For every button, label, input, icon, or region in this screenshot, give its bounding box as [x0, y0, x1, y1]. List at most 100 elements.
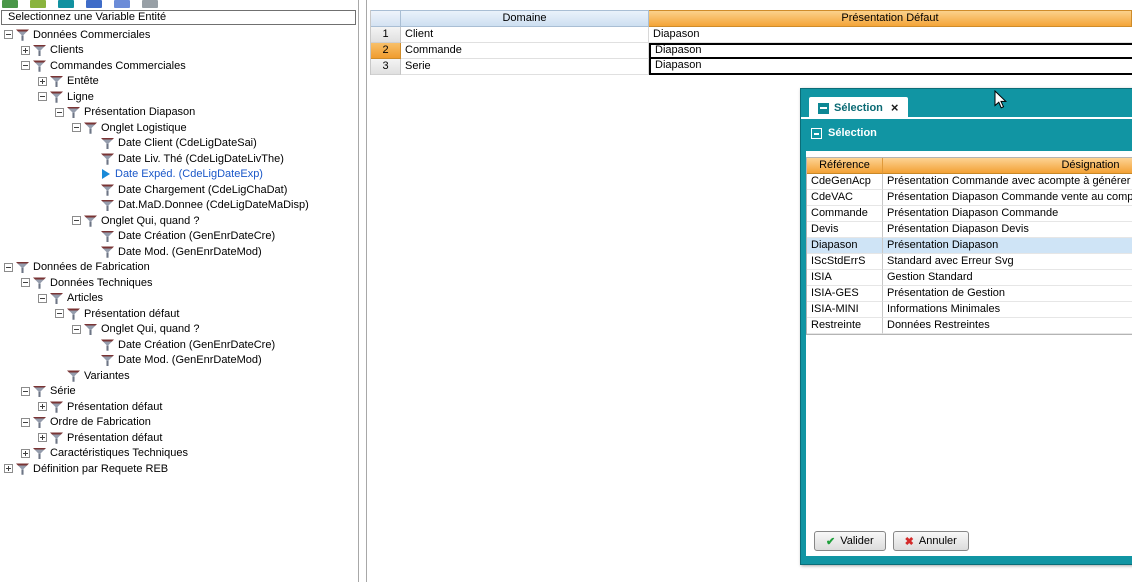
collapse-icon[interactable] [38, 92, 47, 101]
collapse-icon[interactable] [72, 123, 81, 132]
domaine-column-header[interactable]: Domaine [401, 10, 649, 27]
tree-item[interactable]: Date Expéd. (CdeLigDateExp) [0, 167, 358, 183]
tree-item[interactable]: Onglet Qui, quand ? [0, 213, 358, 229]
collapse-icon[interactable] [38, 294, 47, 303]
tree-item[interactable]: Données Commerciales [0, 27, 358, 43]
tree-item-label: Présentation Diapason [83, 106, 195, 118]
expand-icon[interactable] [38, 433, 47, 442]
expand-icon[interactable] [38, 402, 47, 411]
tree-item-label: Date Mod. (GenEnrDateMod) [117, 354, 262, 366]
expand-icon[interactable] [21, 46, 30, 55]
tree-item[interactable]: Série [0, 384, 358, 400]
selection-row[interactable]: RestreinteDonnées Restreintes [807, 318, 1132, 334]
collapse-icon[interactable] [55, 108, 64, 117]
panel-splitter[interactable] [358, 0, 367, 582]
collapse-icon[interactable] [21, 61, 30, 70]
row-number-cell[interactable]: 3 [371, 59, 401, 75]
tree-item[interactable]: Définition par Requete REB [0, 461, 358, 477]
designation-column-header[interactable]: Désignation [883, 158, 1132, 174]
tree-item[interactable]: Date Mod. (GenEnrDateMod) [0, 244, 358, 260]
tree-item[interactable]: Date Liv. Thé (CdeLigDateLivThe) [0, 151, 358, 167]
tree-item[interactable]: Date Création (GenEnrDateCre) [0, 337, 358, 353]
valider-button[interactable]: ✔ Valider [814, 531, 886, 551]
valider-button-label: Valider [840, 535, 873, 547]
corner-header-cell[interactable] [371, 10, 401, 27]
presentation-column-header[interactable]: Présentation Défaut [649, 10, 1132, 27]
toolbar-icon-3[interactable] [58, 0, 74, 8]
domaine-cell[interactable]: Client [401, 27, 649, 43]
tree-item[interactable]: Variantes [0, 368, 358, 384]
selection-row[interactable]: DiapasonPrésentation Diapason [807, 238, 1132, 254]
selection-row[interactable]: CdeGenAcpPrésentation Commande avec acom… [807, 174, 1132, 190]
collapse-icon[interactable] [21, 387, 30, 396]
tree-item[interactable]: Données de Fabrication [0, 260, 358, 276]
selection-row[interactable]: DevisPrésentation Diapason Devis [807, 222, 1132, 238]
tree-item[interactable]: Date Mod. (GenEnrDateMod) [0, 353, 358, 369]
toolbar-icon-5[interactable] [114, 0, 130, 8]
tree-item[interactable]: Présentation défaut [0, 399, 358, 415]
tree-item[interactable]: Présentation défaut [0, 430, 358, 446]
tab-selection[interactable]: Sélection × [809, 97, 908, 119]
annuler-button[interactable]: ✖ Annuler [893, 531, 969, 551]
toolbar-icon-4[interactable] [86, 0, 102, 8]
expand-icon[interactable] [4, 464, 13, 473]
selection-row[interactable]: CdeVACPrésentation Diapason Commande ven… [807, 190, 1132, 206]
funnel-icon [67, 370, 80, 382]
tree-item[interactable]: Date Chargement (CdeLigChaDat) [0, 182, 358, 198]
tree-item[interactable]: Présentation Diapason [0, 105, 358, 121]
designation-cell: Standard avec Erreur Svg [883, 254, 1132, 270]
tree-item[interactable]: Onglet Qui, quand ? [0, 322, 358, 338]
collapse-icon[interactable] [21, 418, 30, 427]
domaine-cell[interactable]: Commande [401, 43, 649, 59]
expand-icon[interactable] [21, 449, 30, 458]
presentation-cell[interactable]: Diapason [649, 43, 1132, 59]
selection-row[interactable]: IScStdErrSStandard avec Erreur Svg [807, 254, 1132, 270]
funnel-icon [33, 277, 46, 289]
row-number-cell[interactable]: 2 [371, 43, 401, 59]
selection-row[interactable]: CommandePrésentation Diapason Commande [807, 206, 1132, 222]
tree-item[interactable]: Présentation défaut [0, 306, 358, 322]
tree-item[interactable]: Commandes Commerciales [0, 58, 358, 74]
reference-column-header[interactable]: Référence [807, 158, 883, 174]
collapse-icon[interactable] [4, 30, 13, 39]
tree-item-label: Données Techniques [49, 277, 153, 289]
tree-item[interactable]: Dat.MaD.Donnee (CdeLigDateMaDisp) [0, 198, 358, 214]
close-icon[interactable]: × [891, 102, 899, 114]
selection-row[interactable]: ISIA-MINIInformations Minimales [807, 302, 1132, 318]
domaine-cell[interactable]: Serie [401, 59, 649, 75]
funnel-icon [101, 246, 114, 258]
tree-item[interactable]: Clients [0, 43, 358, 59]
tree-item[interactable]: Caractéristiques Techniques [0, 446, 358, 462]
tree-item-label: Date Création (GenEnrDateCre) [117, 339, 275, 351]
selection-row[interactable]: ISIAGestion Standard [807, 270, 1132, 286]
designation-cell: Présentation Diapason [883, 238, 1132, 254]
collapse-icon[interactable] [55, 309, 64, 318]
tree-item-label: Date Création (GenEnrDateCre) [117, 230, 275, 242]
collapse-icon[interactable] [72, 325, 81, 334]
tree-item[interactable]: Articles [0, 291, 358, 307]
collapse-icon[interactable] [4, 263, 13, 272]
tree-item[interactable]: Date Client (CdeLigDateSai) [0, 136, 358, 152]
toolbar-icon-1[interactable] [2, 0, 18, 8]
tree-item[interactable]: Ordre de Fabrication [0, 415, 358, 431]
tree-item[interactable]: Onglet Logistique [0, 120, 358, 136]
toolbar-icon-6[interactable] [142, 0, 158, 8]
presentation-cell[interactable]: Diapason [649, 27, 1132, 43]
tree-item[interactable]: Date Création (GenEnrDateCre) [0, 229, 358, 245]
designation-cell: Présentation Diapason Devis [883, 222, 1132, 238]
annuler-button-label: Annuler [919, 535, 957, 547]
expand-icon[interactable] [38, 77, 47, 86]
domain-table-row: 1ClientDiapason [371, 27, 1132, 43]
tree-item[interactable]: Ligne [0, 89, 358, 105]
selection-row[interactable]: ISIA-GESPrésentation de Gestion [807, 286, 1132, 302]
collapse-icon[interactable] [72, 216, 81, 225]
tree-item-label: Onglet Qui, quand ? [100, 215, 199, 227]
tree-item[interactable]: Données Techniques [0, 275, 358, 291]
funnel-icon [84, 122, 97, 134]
presentation-cell[interactable]: Diapason [649, 59, 1132, 75]
funnel-icon [33, 385, 46, 397]
toolbar-icon-2[interactable] [30, 0, 46, 8]
tree-item[interactable]: Entête [0, 74, 358, 90]
row-number-cell[interactable]: 1 [371, 27, 401, 43]
collapse-icon[interactable] [21, 278, 30, 287]
